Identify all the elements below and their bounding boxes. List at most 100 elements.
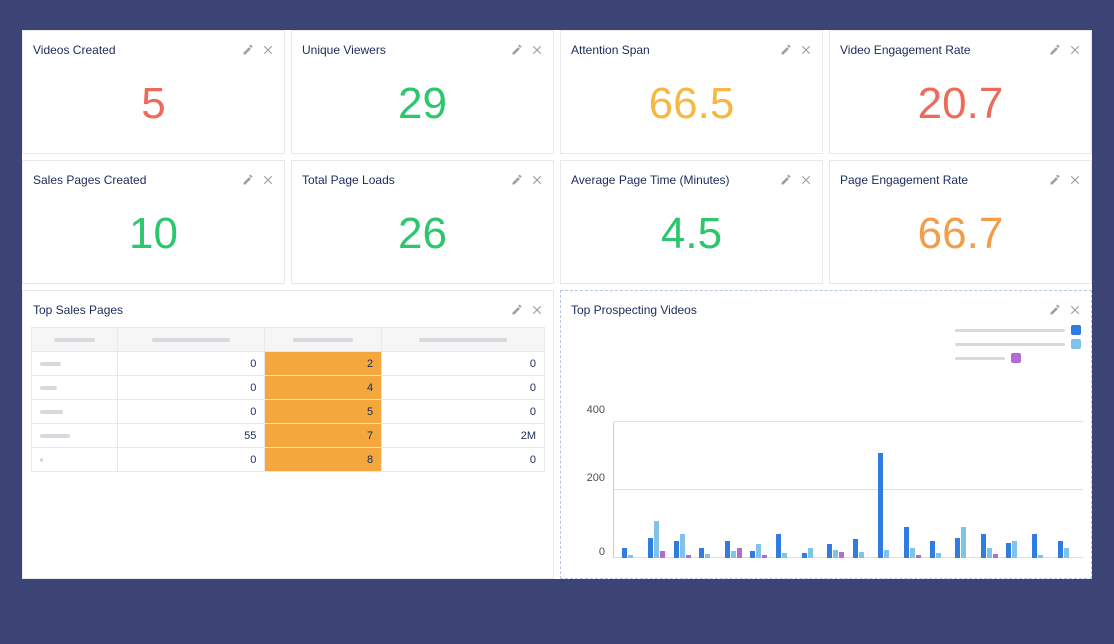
pencil-icon[interactable] [1049, 174, 1061, 186]
bar-group [900, 422, 926, 558]
pencil-icon[interactable] [511, 304, 523, 316]
metric-value: 5 [23, 61, 284, 153]
table-header[interactable] [32, 328, 118, 352]
close-icon[interactable] [531, 44, 543, 56]
chart-bars [618, 422, 1079, 558]
metric-card: Attention Span66.5 [560, 30, 823, 154]
bar [660, 551, 665, 558]
bar [884, 550, 889, 559]
pencil-icon[interactable] [242, 174, 254, 186]
bar [878, 453, 883, 558]
table-cell: 0 [382, 448, 545, 472]
table-cell-name [32, 376, 118, 400]
pencil-icon[interactable] [1049, 44, 1061, 56]
card-actions [242, 174, 274, 186]
bar [916, 555, 921, 558]
close-icon[interactable] [1069, 44, 1081, 56]
bar-group [746, 422, 772, 558]
y-tick-label: 200 [571, 472, 605, 484]
table-header[interactable] [265, 328, 382, 352]
bar-group [644, 422, 670, 558]
bar [936, 553, 941, 558]
bar [750, 551, 755, 558]
card-header: Total Page Loads [292, 161, 553, 191]
table-row[interactable]: 040 [32, 376, 545, 400]
pencil-icon[interactable] [1049, 304, 1061, 316]
close-icon[interactable] [800, 44, 812, 56]
card-top-prospecting-videos: Top Prospecting Videos [560, 290, 1092, 579]
bar [987, 548, 992, 558]
bar-group [925, 422, 951, 558]
table-cell: 5 [265, 400, 382, 424]
card-header: Videos Created [23, 31, 284, 61]
legend-item [955, 325, 1081, 335]
table-header[interactable] [382, 328, 545, 352]
card-actions [511, 304, 543, 316]
card-header: Top Sales Pages [23, 291, 553, 321]
table-row[interactable]: 020 [32, 352, 545, 376]
bar [904, 527, 909, 558]
bar-group [823, 422, 849, 558]
pencil-icon[interactable] [511, 44, 523, 56]
bar-group [1002, 422, 1028, 558]
bar-group [772, 422, 798, 558]
bar-group [1053, 422, 1079, 558]
bar [910, 548, 915, 558]
card-header: Video Engagement Rate [830, 31, 1091, 61]
table-cell: 2 [265, 352, 382, 376]
card-actions [780, 174, 812, 186]
metric-value: 26 [292, 191, 553, 283]
table-row[interactable]: 080 [32, 448, 545, 472]
bar [782, 553, 787, 558]
card-top-sales-pages: Top Sales Pages [22, 290, 554, 579]
close-icon[interactable] [800, 174, 812, 186]
metric-value: 20.7 [830, 61, 1091, 153]
bar [827, 544, 832, 558]
bar-group [874, 422, 900, 558]
metric-card: Total Page Loads 26 [291, 160, 554, 284]
bar [680, 534, 685, 558]
table-header[interactable] [117, 328, 265, 352]
table-cell-name [32, 424, 118, 448]
bar [961, 527, 966, 558]
table-cell-name [32, 352, 118, 376]
metric-value: 29 [292, 61, 553, 153]
card-actions [511, 44, 543, 56]
legend-color-icon [1071, 339, 1081, 349]
card-title: Average Page Time (Minutes) [571, 173, 780, 187]
bar [1058, 541, 1063, 558]
bar [725, 541, 730, 558]
table-header-row [32, 328, 545, 352]
pencil-icon[interactable] [242, 44, 254, 56]
close-icon[interactable] [531, 304, 543, 316]
close-icon[interactable] [262, 44, 274, 56]
pencil-icon[interactable] [511, 174, 523, 186]
bar [622, 548, 627, 558]
legend-color-icon [1011, 353, 1021, 363]
table-row[interactable]: 5572M [32, 424, 545, 448]
metric-card: Page Engagement Rate66.7 [829, 160, 1092, 284]
close-icon[interactable] [262, 174, 274, 186]
bar-group [797, 422, 823, 558]
close-icon[interactable] [1069, 174, 1081, 186]
card-title: Total Page Loads [302, 173, 511, 187]
bar [808, 548, 813, 558]
metric-card: Sales Pages Created10 [22, 160, 285, 284]
bar-group [720, 422, 746, 558]
legend-color-icon [1071, 325, 1081, 335]
card-title: Attention Span [571, 43, 780, 57]
close-icon[interactable] [1069, 304, 1081, 316]
table-row[interactable]: 050 [32, 400, 545, 424]
table-cell: 0 [117, 376, 265, 400]
bar [930, 541, 935, 558]
pencil-icon[interactable] [780, 174, 792, 186]
card-actions [780, 44, 812, 56]
chart-legend [955, 325, 1081, 363]
bar [853, 539, 858, 558]
card-header: Sales Pages Created [23, 161, 284, 191]
close-icon[interactable] [531, 174, 543, 186]
card-title: Top Prospecting Videos [571, 303, 1049, 317]
metric-card: Average Page Time (Minutes)4.5 [560, 160, 823, 284]
pencil-icon[interactable] [780, 44, 792, 56]
table-cell: 55 [117, 424, 265, 448]
